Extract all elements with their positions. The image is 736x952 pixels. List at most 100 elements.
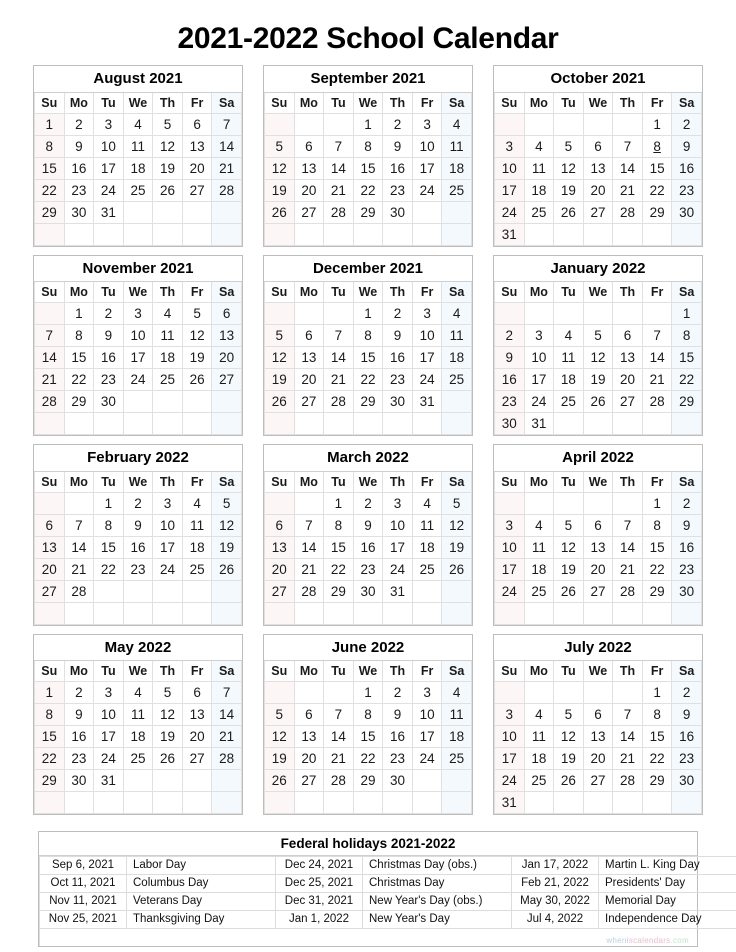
day-cell[interactable]: 22 bbox=[641, 557, 673, 581]
day-cell[interactable]: 15 bbox=[93, 535, 124, 559]
day-cell[interactable]: 30 bbox=[382, 390, 413, 413]
day-cell[interactable]: 28 bbox=[34, 390, 65, 413]
day-cell[interactable]: 22 bbox=[93, 557, 124, 581]
day-cell[interactable]: 12 bbox=[441, 513, 472, 537]
day-cell[interactable]: 9 bbox=[671, 513, 702, 537]
day-cell[interactable]: 1 bbox=[641, 681, 673, 704]
day-cell[interactable]: 11 bbox=[441, 134, 472, 158]
day-cell[interactable]: 2 bbox=[63, 681, 95, 704]
day-cell[interactable]: 2 bbox=[494, 324, 525, 347]
day-cell[interactable]: 19 bbox=[553, 178, 584, 202]
day-cell[interactable]: 1 bbox=[641, 112, 673, 136]
day-cell[interactable]: 23 bbox=[494, 390, 525, 413]
day-cell[interactable]: 1 bbox=[34, 112, 65, 136]
day-cell[interactable]: 17 bbox=[122, 346, 154, 369]
day-cell[interactable]: 11 bbox=[441, 324, 472, 347]
day-cell[interactable]: 30 bbox=[63, 200, 95, 224]
day-cell[interactable]: 12 bbox=[181, 324, 213, 347]
day-cell[interactable]: 14 bbox=[323, 156, 354, 180]
day-cell[interactable]: 4 bbox=[411, 491, 443, 515]
day-cell[interactable]: 28 bbox=[612, 579, 643, 603]
day-cell[interactable]: 23 bbox=[671, 178, 702, 202]
day-cell[interactable]: 16 bbox=[494, 368, 525, 391]
day-cell[interactable]: 18 bbox=[152, 346, 183, 369]
day-cell[interactable]: 1 bbox=[671, 302, 702, 325]
day-cell[interactable]: 7 bbox=[34, 324, 65, 347]
day-cell[interactable]: 16 bbox=[122, 535, 154, 559]
day-cell[interactable]: 12 bbox=[264, 725, 295, 748]
day-cell[interactable]: 30 bbox=[671, 579, 702, 603]
day-cell[interactable]: 26 bbox=[441, 557, 472, 581]
day-cell[interactable]: 6 bbox=[264, 513, 295, 537]
day-cell[interactable]: 2 bbox=[382, 681, 413, 704]
day-cell[interactable]: 13 bbox=[293, 156, 325, 180]
day-cell[interactable]: 26 bbox=[582, 390, 614, 413]
day-cell[interactable]: 16 bbox=[93, 346, 124, 369]
day-cell[interactable]: 3 bbox=[411, 302, 443, 325]
day-cell[interactable]: 9 bbox=[671, 134, 702, 158]
day-cell[interactable]: 11 bbox=[152, 324, 183, 347]
day-cell[interactable]: 4 bbox=[523, 513, 555, 537]
day-cell[interactable]: 6 bbox=[582, 134, 614, 158]
day-cell[interactable]: 10 bbox=[93, 703, 124, 726]
day-cell[interactable]: 4 bbox=[152, 302, 183, 325]
day-cell[interactable]: 1 bbox=[352, 681, 384, 704]
day-cell[interactable]: 23 bbox=[352, 557, 384, 581]
day-cell[interactable]: 7 bbox=[293, 513, 325, 537]
day-cell[interactable]: 16 bbox=[352, 535, 384, 559]
day-cell[interactable]: 14 bbox=[34, 346, 65, 369]
day-cell[interactable]: 25 bbox=[152, 368, 183, 391]
day-cell[interactable]: 7 bbox=[612, 134, 643, 158]
day-cell[interactable]: 13 bbox=[612, 346, 643, 369]
day-cell[interactable]: 22 bbox=[34, 178, 65, 202]
day-cell[interactable]: 25 bbox=[411, 557, 443, 581]
day-cell[interactable]: 7 bbox=[323, 703, 354, 726]
day-cell[interactable]: 18 bbox=[441, 346, 472, 369]
day-cell[interactable]: 8 bbox=[93, 513, 124, 537]
day-cell[interactable]: 21 bbox=[641, 368, 673, 391]
day-cell[interactable]: 25 bbox=[553, 390, 584, 413]
day-cell[interactable]: 23 bbox=[93, 368, 124, 391]
day-cell[interactable]: 20 bbox=[582, 747, 614, 770]
day-cell[interactable]: 30 bbox=[671, 200, 702, 224]
day-cell[interactable]: 15 bbox=[641, 725, 673, 748]
day-cell[interactable]: 25 bbox=[122, 178, 154, 202]
day-cell[interactable]: 14 bbox=[612, 535, 643, 559]
day-cell[interactable]: 30 bbox=[671, 769, 702, 792]
day-cell[interactable]: 24 bbox=[494, 579, 525, 603]
day-cell[interactable]: 3 bbox=[494, 703, 525, 726]
day-cell[interactable]: 18 bbox=[441, 156, 472, 180]
day-cell[interactable]: 6 bbox=[181, 681, 213, 704]
day-cell[interactable]: 11 bbox=[122, 134, 154, 158]
day-cell[interactable]: 17 bbox=[93, 156, 124, 180]
day-cell[interactable]: 3 bbox=[411, 112, 443, 136]
day-cell[interactable]: 29 bbox=[34, 769, 65, 792]
day-cell[interactable]: 7 bbox=[641, 324, 673, 347]
day-cell[interactable]: 22 bbox=[671, 368, 702, 391]
day-cell[interactable]: 3 bbox=[494, 513, 525, 537]
day-cell[interactable]: 19 bbox=[264, 747, 295, 770]
day-cell[interactable]: 17 bbox=[411, 725, 443, 748]
day-cell[interactable]: 26 bbox=[553, 769, 584, 792]
day-cell[interactable]: 4 bbox=[553, 324, 584, 347]
day-cell[interactable]: 9 bbox=[494, 346, 525, 369]
day-cell[interactable]: 10 bbox=[523, 346, 555, 369]
day-cell[interactable]: 20 bbox=[582, 178, 614, 202]
day-cell[interactable]: 6 bbox=[293, 134, 325, 158]
day-cell[interactable]: 30 bbox=[352, 579, 384, 603]
day-cell[interactable]: 14 bbox=[63, 535, 95, 559]
day-cell[interactable]: 12 bbox=[152, 134, 183, 158]
day-cell[interactable]: 23 bbox=[382, 747, 413, 770]
day-cell[interactable]: 9 bbox=[122, 513, 154, 537]
day-cell[interactable]: 24 bbox=[93, 747, 124, 770]
day-cell[interactable]: 20 bbox=[181, 725, 213, 748]
day-cell[interactable]: 19 bbox=[441, 535, 472, 559]
day-cell[interactable]: 14 bbox=[211, 134, 242, 158]
day-cell[interactable]: 10 bbox=[494, 725, 525, 748]
day-cell[interactable]: 21 bbox=[211, 725, 242, 748]
day-cell[interactable]: 18 bbox=[553, 368, 584, 391]
day-cell[interactable]: 27 bbox=[293, 769, 325, 792]
day-cell[interactable]: 10 bbox=[122, 324, 154, 347]
day-cell[interactable]: 5 bbox=[264, 703, 295, 726]
day-cell[interactable]: 3 bbox=[494, 134, 525, 158]
